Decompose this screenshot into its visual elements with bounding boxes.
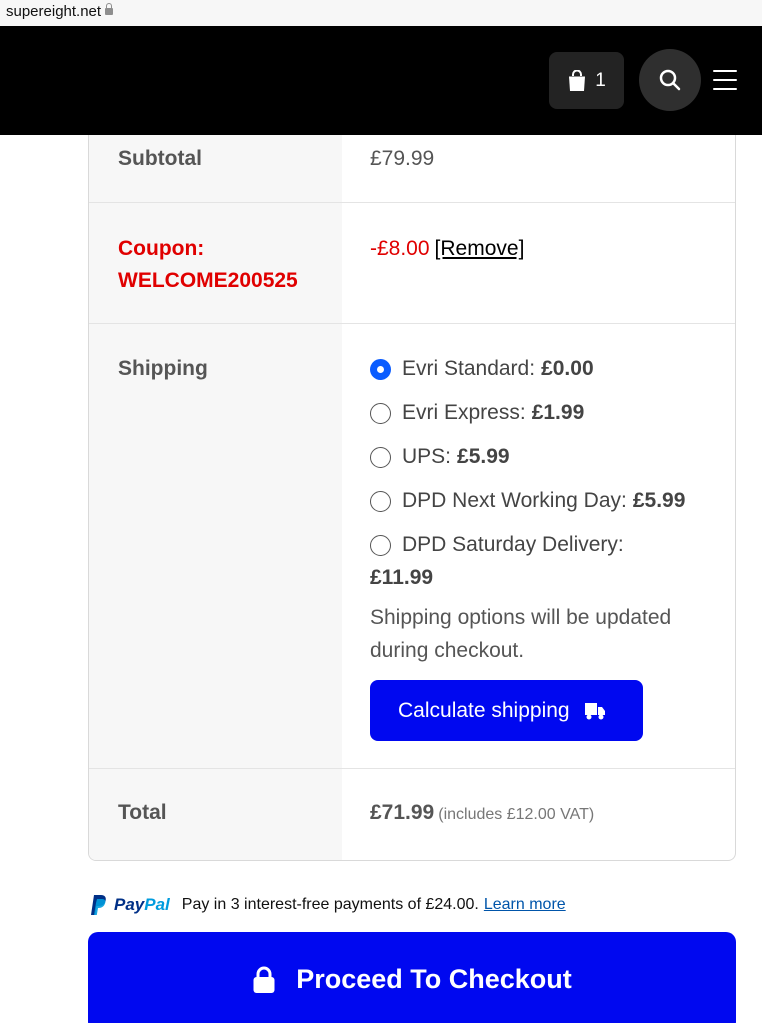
- radio[interactable]: [370, 402, 391, 424]
- coupon-row: Coupon: WELCOME200525 -£8.00 [Remove]: [89, 203, 735, 324]
- shipping-option-evri-express[interactable]: Evri Express: £1.99: [370, 401, 584, 425]
- coupon-label: Coupon: WELCOME200525: [118, 237, 298, 292]
- paypal-logo: PayPal: [90, 894, 170, 916]
- cart-count: 1: [595, 69, 606, 91]
- cart-totals-table: Subtotal £79.99 Coupon: WELCOME200525 -£8…: [88, 135, 736, 861]
- delivery-truck-icon: [584, 702, 605, 719]
- learn-more-link[interactable]: Learn more: [484, 896, 566, 914]
- shipping-row: Shipping Evri Standard: £0.00 Evri Expres…: [89, 324, 735, 769]
- paypal-message: Pay in 3 interest-free payments of £24.0…: [181, 896, 479, 913]
- total-label: Total: [118, 801, 167, 824]
- calculate-shipping-button[interactable]: Calculate shipping: [370, 680, 643, 741]
- remove-coupon-link[interactable]: [Remove]: [435, 237, 525, 260]
- lock-icon: [105, 3, 114, 15]
- shipping-label: Shipping: [118, 357, 208, 380]
- search-button[interactable]: [639, 49, 701, 111]
- hamburger-menu-icon[interactable]: [713, 70, 737, 90]
- shipping-option-ups[interactable]: UPS: £5.99: [370, 445, 510, 469]
- shipping-option-dpd-next-day[interactable]: DPD Next Working Day: £5.99: [370, 489, 685, 513]
- subtotal-label: Subtotal: [118, 147, 202, 170]
- shipping-note: Shipping options will be updated during …: [370, 606, 672, 662]
- browser-url-bar[interactable]: supereight.net: [0, 0, 762, 26]
- site-header: 1: [0, 26, 762, 135]
- vat-note: (includes £12.00 VAT): [438, 806, 595, 823]
- shipping-option-evri-standard[interactable]: Evri Standard: £0.00: [370, 357, 594, 381]
- cart-button[interactable]: 1: [549, 52, 624, 109]
- radio-selected[interactable]: [370, 358, 391, 380]
- dpd-saturday-price: £11.99: [370, 566, 434, 589]
- shopping-bag-icon: [569, 69, 586, 91]
- total-value: £71.99 (includes £12.00 VAT): [370, 801, 595, 824]
- radio[interactable]: [370, 490, 391, 512]
- proceed-to-checkout-button[interactable]: Proceed To Checkout: [88, 932, 736, 1023]
- total-row: Total £71.99 (includes £12.00 VAT): [89, 769, 735, 860]
- paypal-icon: [91, 895, 106, 915]
- radio[interactable]: [370, 446, 391, 468]
- coupon-amount: -£8.00: [370, 237, 430, 260]
- search-icon: [659, 69, 681, 91]
- shipping-option-dpd-saturday[interactable]: DPD Saturday Delivery:: [370, 533, 624, 557]
- coupon-code: WELCOME200525: [118, 269, 298, 292]
- lock-icon: [253, 966, 275, 993]
- coupon-discount: -£8.00 [Remove]: [370, 237, 524, 261]
- url-text: supereight.net: [6, 3, 114, 20]
- paypal-pay-in-3-message: PayPal Pay in 3 interest-free payments o…: [90, 892, 566, 918]
- checkout-label: Proceed To Checkout: [296, 964, 572, 994]
- subtotal-value: £79.99: [370, 147, 435, 170]
- subtotal-row: Subtotal £79.99: [89, 135, 735, 203]
- radio[interactable]: [370, 534, 391, 556]
